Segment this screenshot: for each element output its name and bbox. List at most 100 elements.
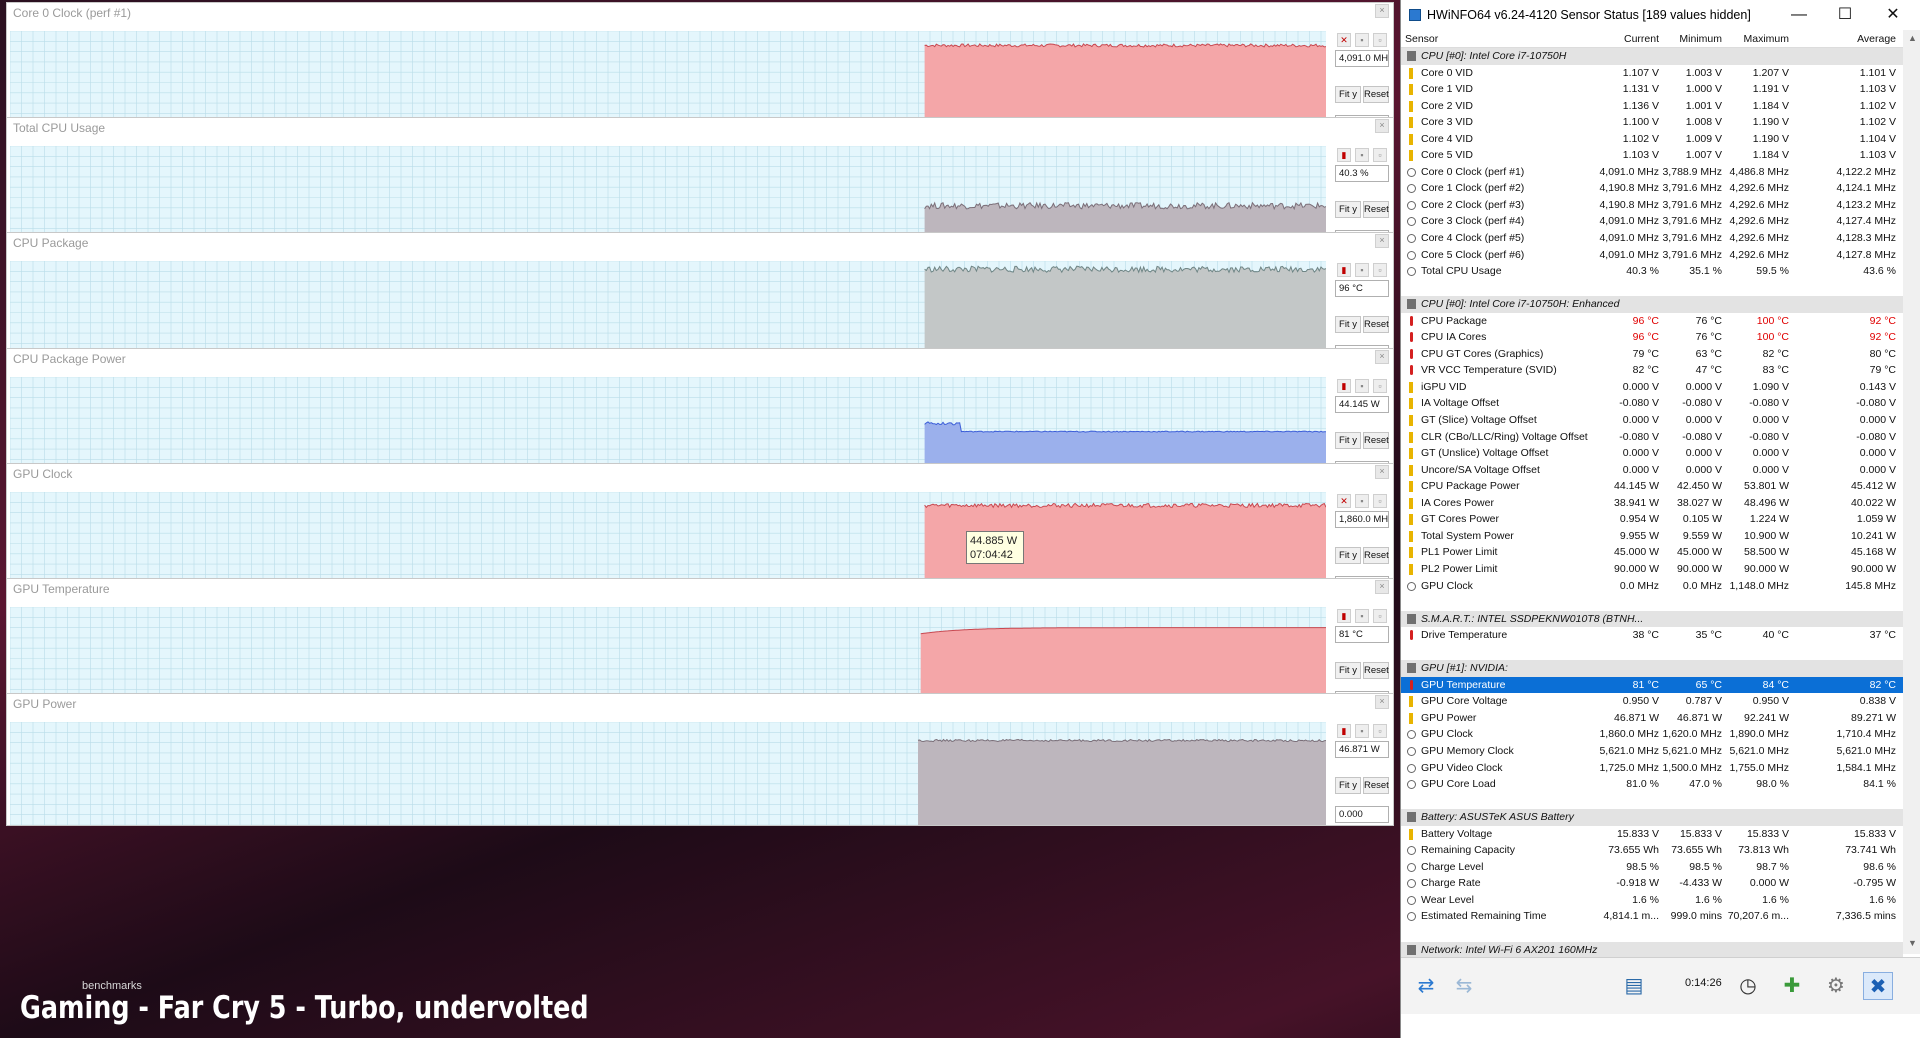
graph-pause-icon[interactable]: ▮ <box>1337 378 1351 393</box>
sensor-row[interactable]: IA Cores Power 38.941 W 38.027 W 48.496 W 40… <box>1401 495 1903 512</box>
graph-save-icon[interactable]: ▫ <box>1373 33 1387 47</box>
fit-y-button[interactable]: Fit y <box>1335 777 1361 795</box>
close-icon[interactable]: ✕ <box>1873 3 1913 27</box>
graph-close-icon[interactable]: × <box>1375 119 1389 134</box>
sensor-row[interactable]: GPU Memory Clock 5,621.0 MHz 5,621.0 MHz 5,… <box>1401 743 1903 760</box>
graph-save-icon[interactable]: ▫ <box>1373 609 1387 623</box>
maximize-icon[interactable]: ☐ <box>1825 3 1865 27</box>
reset-button[interactable]: Reset <box>1363 431 1389 449</box>
sensor-row[interactable]: Total System Power 9.955 W 9.559 W 10.900 W… <box>1401 528 1903 545</box>
graph-pause-icon[interactable]: ▮ <box>1337 148 1351 163</box>
sensor-row[interactable]: PL1 Power Limit 45.000 W 45.000 W 58.500 W 4… <box>1401 544 1903 561</box>
graph-save-icon[interactable]: ▫ <box>1373 724 1387 739</box>
sensor-group-row[interactable]: Battery: ASUSTeK ASUS Battery <box>1401 809 1903 826</box>
hwinfo-titlebar[interactable]: HWiNFO64 v6.24-4120 Sensor Status [189 v… <box>1401 0 1920 30</box>
sensor-row[interactable]: VR VCC Temperature (SVID) 82 °C 47 °C 83 °C… <box>1401 362 1903 379</box>
graph-pause-icon[interactable]: ▮ <box>1337 724 1351 739</box>
sensor-row[interactable]: Core 4 Clock (perf #5) 4,091.0 MHz 3,791.6… <box>1401 230 1903 247</box>
col-current[interactable]: Current <box>1624 33 1659 45</box>
sensor-row[interactable]: Remaining Capacity 73.655 Wh 73.655 Wh 73.8… <box>1401 842 1903 859</box>
vertical-scrollbar[interactable]: ▲ ▼ <box>1903 30 1920 954</box>
sensor-row[interactable]: GPU Core Voltage 0.950 V 0.787 V 0.950 V 0.8… <box>1401 693 1903 710</box>
sensor-row[interactable]: CPU IA Cores 96 °C 76 °C 100 °C 92 °C <box>1401 329 1903 346</box>
sensor-row[interactable]: CPU GT Cores (Graphics) 79 °C 63 °C 82 °C 80… <box>1401 346 1903 363</box>
scroll-down-icon[interactable]: ▼ <box>1908 938 1917 948</box>
sensor-group-row[interactable]: CPU [#0]: Intel Core i7-10750H <box>1401 48 1903 65</box>
graph-pause-icon[interactable]: ▮ <box>1337 263 1351 278</box>
reset-button[interactable]: Reset <box>1363 777 1389 795</box>
graph-close-icon[interactable]: × <box>1375 234 1389 249</box>
scroll-up-icon[interactable]: ▲ <box>1908 33 1917 43</box>
sensor-row[interactable]: CLR (CBo/LLC/Ring) Voltage Offset -0.080 … <box>1401 429 1903 446</box>
sensor-row[interactable]: Total CPU Usage 40.3 % 35.1 % 59.5 % 43.6 % <box>1401 263 1903 280</box>
add-report-icon[interactable]: ✚ <box>1777 972 1807 1000</box>
sensor-row[interactable]: GPU Clock 0.0 MHz 0.0 MHz 1,148.0 MHz 145.8 … <box>1401 578 1903 595</box>
sensor-row[interactable]: Drive Temperature 38 °C 35 °C 40 °C 37 °C <box>1401 627 1903 644</box>
sensor-row[interactable]: Core 5 VID 1.103 V 1.007 V 1.184 V 1.103 V <box>1401 147 1903 164</box>
sensor-row[interactable]: GPU Core Load 81.0 % 47.0 % 98.0 % 84.1 % <box>1401 776 1903 793</box>
sensor-row[interactable]: GT (Slice) Voltage Offset 0.000 V 0.000 V 0… <box>1401 412 1903 429</box>
graph-close-series-icon[interactable]: ✕ <box>1337 493 1351 508</box>
graph-options-icon[interactable]: ▪ <box>1355 493 1369 508</box>
sensor-row[interactable]: Core 0 VID 1.107 V 1.003 V 1.207 V 1.101 V <box>1401 65 1903 82</box>
col-sensor[interactable]: Sensor <box>1405 33 1438 45</box>
graph-options-icon[interactable]: ▪ <box>1355 609 1369 623</box>
sensor-row[interactable]: Core 1 VID 1.131 V 1.000 V 1.191 V 1.103 V <box>1401 81 1903 98</box>
fit-y-button[interactable]: Fit y <box>1335 316 1361 334</box>
network-icon[interactable]: ▤ <box>1619 972 1649 1000</box>
sensor-row[interactable]: Wear Level 1.6 % 1.6 % 1.6 % 1.6 % <box>1401 892 1903 909</box>
sensor-row[interactable]: iGPU VID 0.000 V 0.000 V 1.090 V 0.143 V <box>1401 379 1903 396</box>
graph-close-icon[interactable]: × <box>1375 695 1389 710</box>
sensor-row[interactable]: Charge Level 98.5 % 98.5 % 98.7 % 98.6 % <box>1401 859 1903 876</box>
graph-options-icon[interactable]: ▪ <box>1355 378 1369 393</box>
clock-icon[interactable]: ◷ <box>1733 972 1763 1000</box>
fit-y-button[interactable]: Fit y <box>1335 662 1361 679</box>
sensor-row[interactable]: Core 4 VID 1.102 V 1.009 V 1.190 V 1.104 V <box>1401 131 1903 148</box>
sensor-row[interactable]: Core 3 VID 1.100 V 1.008 V 1.190 V 1.102 V <box>1401 114 1903 131</box>
col-average[interactable]: Average <box>1857 33 1896 45</box>
sensor-group-row[interactable]: CPU [#0]: Intel Core i7-10750H: Enhanced <box>1401 296 1903 313</box>
reset-button[interactable]: Reset <box>1363 546 1389 564</box>
reset-button[interactable]: Reset <box>1363 662 1389 679</box>
sensor-row[interactable]: IA Voltage Offset -0.080 V -0.080 V -0.080 … <box>1401 395 1903 412</box>
col-maximum[interactable]: Maximum <box>1743 33 1789 45</box>
graph-close-icon[interactable]: × <box>1375 464 1389 479</box>
exit-icon[interactable]: ✖ <box>1863 972 1893 1000</box>
graph-close-icon[interactable]: × <box>1375 580 1389 594</box>
sensor-row[interactable]: GT Cores Power 0.954 W 0.105 W 1.224 W 1.059… <box>1401 511 1903 528</box>
settings-gear-icon[interactable]: ⚙ <box>1821 972 1851 1000</box>
reset-button[interactable]: Reset <box>1363 86 1389 103</box>
graph-save-icon[interactable]: ▫ <box>1373 263 1387 278</box>
sensor-row[interactable]: Core 1 Clock (perf #2) 4,190.8 MHz 3,791.6… <box>1401 180 1903 197</box>
graph-options-icon[interactable]: ▪ <box>1355 263 1369 278</box>
reset-button[interactable]: Reset <box>1363 316 1389 334</box>
graph-close-series-icon[interactable]: ✕ <box>1337 33 1351 47</box>
graph-pause-icon[interactable]: ▮ <box>1337 609 1351 623</box>
sensor-row[interactable]: Core 5 Clock (perf #6) 4,091.0 MHz 3,791.6… <box>1401 247 1903 264</box>
sensor-row[interactable]: Core 2 Clock (perf #3) 4,190.8 MHz 3,791.6… <box>1401 197 1903 214</box>
sensor-group-row[interactable]: Network: Intel Wi-Fi 6 AX201 160MHz <box>1401 941 1903 959</box>
sensor-row[interactable]: Core 0 Clock (perf #1) 4,091.0 MHz 3,788.9… <box>1401 164 1903 181</box>
sensor-row[interactable]: Core 2 VID 1.136 V 1.001 V 1.184 V 1.102 V <box>1401 98 1903 115</box>
sensor-row[interactable]: Battery Voltage 15.833 V 15.833 V 15.833 V 1… <box>1401 826 1903 843</box>
graph-options-icon[interactable]: ▪ <box>1355 724 1369 739</box>
sensor-group-row[interactable]: GPU [#1]: NVIDIA: <box>1401 660 1903 677</box>
sensor-row[interactable]: GPU Video Clock 1,725.0 MHz 1,500.0 MHz 1,7… <box>1401 760 1903 777</box>
sensor-row[interactable]: GPU Temperature 81 °C 65 °C 84 °C 82 °C <box>1401 676 1903 694</box>
minimize-icon[interactable]: — <box>1779 3 1819 27</box>
sensor-row[interactable]: GPU Power 46.871 W 46.871 W 92.241 W 89.271 … <box>1401 710 1903 727</box>
sensor-row[interactable]: Core 3 Clock (perf #4) 4,091.0 MHz 3,791.6… <box>1401 213 1903 230</box>
sensor-row[interactable]: PL2 Power Limit 90.000 W 90.000 W 90.000 W 9… <box>1401 561 1903 578</box>
sensor-row[interactable]: Estimated Remaining Time 4,814.1 m... 999.… <box>1401 908 1903 925</box>
fit-y-button[interactable]: Fit y <box>1335 431 1361 449</box>
graph-options-icon[interactable]: ▪ <box>1355 33 1369 47</box>
sensor-row[interactable]: Charge Rate -0.918 W -4.433 W 0.000 W -0.795… <box>1401 875 1903 892</box>
graph-save-icon[interactable]: ▫ <box>1373 148 1387 163</box>
sensor-row[interactable]: GPU Clock 1,860.0 MHz 1,620.0 MHz 1,890.0 M… <box>1401 726 1903 743</box>
graph-options-icon[interactable]: ▪ <box>1355 148 1369 163</box>
prev-next-arrows-icon[interactable]: ⇄ <box>1411 972 1441 1000</box>
sensor-row[interactable]: Uncore/SA Voltage Offset 0.000 V 0.000 V 0.… <box>1401 462 1903 479</box>
graph-close-icon[interactable]: × <box>1375 349 1389 364</box>
fit-y-button[interactable]: Fit y <box>1335 546 1361 564</box>
graph-save-icon[interactable]: ▫ <box>1373 493 1387 508</box>
